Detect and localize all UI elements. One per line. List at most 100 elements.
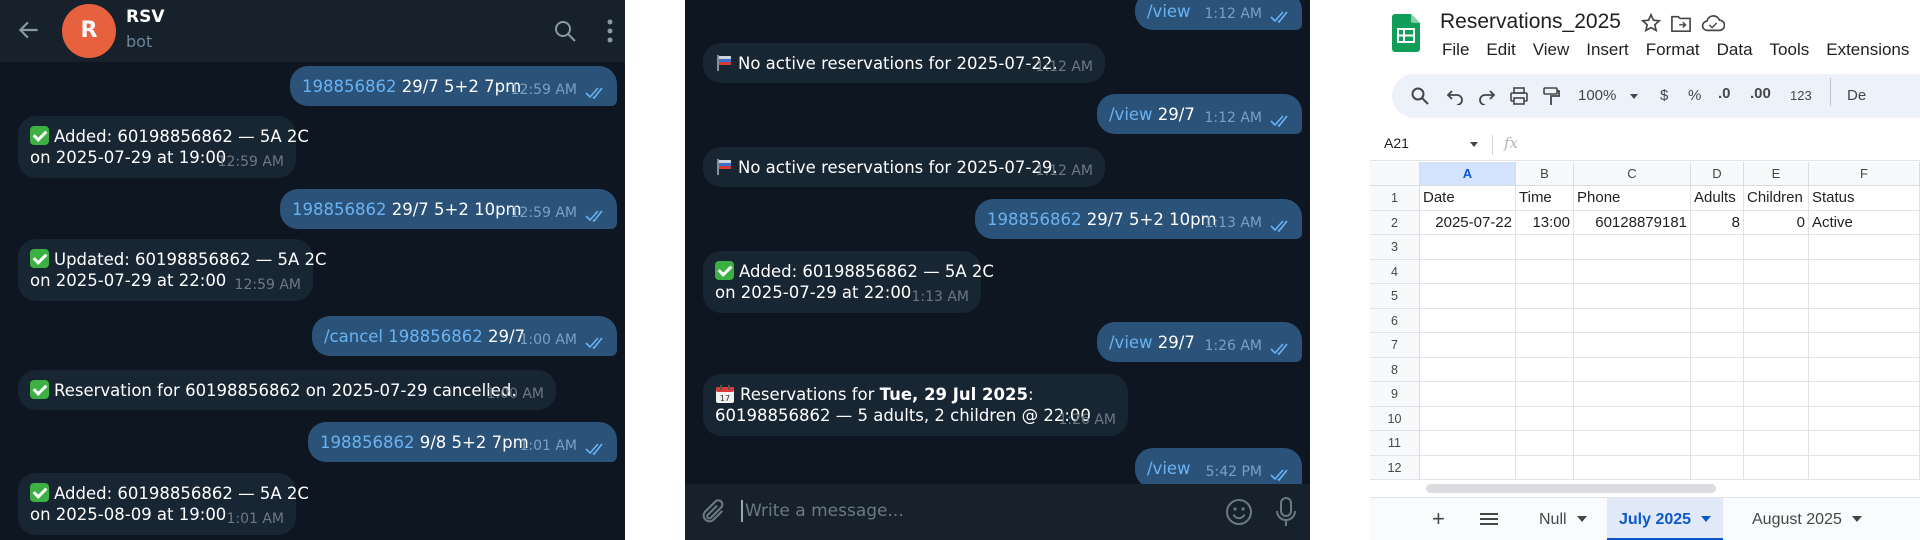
sheet-cell[interactable]: [1691, 357, 1744, 382]
sheet-cell[interactable]: Status: [1809, 186, 1920, 211]
row-header[interactable]: 11: [1370, 431, 1420, 456]
message-outgoing[interactable]: /view 29/7 1:12 AM: [1097, 94, 1302, 134]
sheet-cell[interactable]: [1744, 431, 1809, 456]
sheet-cell[interactable]: [1691, 259, 1744, 284]
font-family-select[interactable]: De: [1847, 87, 1866, 104]
undo-icon[interactable]: [1446, 87, 1464, 105]
sheet-cell[interactable]: [1516, 431, 1574, 456]
sheet-cell[interactable]: [1809, 235, 1920, 260]
sheet-cell[interactable]: [1516, 455, 1574, 480]
sheet-cell[interactable]: [1516, 284, 1574, 309]
sheet-cell[interactable]: [1516, 235, 1574, 260]
sheet-cell[interactable]: [1744, 308, 1809, 333]
currency-format-button[interactable]: $: [1660, 87, 1668, 104]
message-outgoing[interactable]: /cancel 198856862 29/7 1:00 AM: [312, 316, 617, 356]
message-outgoing[interactable]: 198856862 9/8 5+2 7pm 1:01 AM: [308, 422, 617, 462]
sheet-cell[interactable]: [1809, 284, 1920, 309]
search-menus-icon[interactable]: [1410, 86, 1430, 106]
sheet-cell[interactable]: [1574, 382, 1691, 407]
sheet-cell[interactable]: [1420, 455, 1516, 480]
menu-extensions[interactable]: Extensions: [1826, 40, 1909, 59]
message-command[interactable]: 198856862: [320, 433, 414, 452]
message-outgoing[interactable]: 198856862 29/7 5+2 7pm 12:59 AM: [290, 66, 617, 106]
sheet-cell[interactable]: [1420, 259, 1516, 284]
back-arrow-icon[interactable]: [16, 17, 42, 43]
sheet-cell[interactable]: 13:00: [1516, 210, 1574, 235]
message-command[interactable]: /view: [1147, 2, 1191, 21]
row-header[interactable]: 4: [1370, 259, 1420, 284]
sheet-cell[interactable]: [1744, 284, 1809, 309]
message-outgoing[interactable]: 198856862 29/7 5+2 10pm 12:59 AM: [280, 189, 617, 229]
sheet-cell[interactable]: 0: [1744, 210, 1809, 235]
move-to-folder-icon[interactable]: [1670, 13, 1692, 33]
sheet-cell[interactable]: [1744, 259, 1809, 284]
sheet-cell[interactable]: [1744, 357, 1809, 382]
sheet-cell[interactable]: Phone: [1574, 186, 1691, 211]
sheet-cell[interactable]: [1420, 406, 1516, 431]
zoom-caret-icon[interactable]: [1630, 94, 1638, 99]
sheet-cell[interactable]: [1420, 431, 1516, 456]
more-formats-button[interactable]: 123: [1790, 88, 1812, 103]
sheet-cell[interactable]: [1809, 406, 1920, 431]
horizontal-scrollbar[interactable]: [1426, 484, 1716, 493]
message-command[interactable]: /view: [1147, 459, 1191, 478]
sheet-tab-null[interactable]: Null: [1527, 498, 1599, 540]
row-header[interactable]: 8: [1370, 357, 1420, 382]
cloud-status-icon[interactable]: [1701, 13, 1725, 33]
emoji-icon[interactable]: [1224, 497, 1254, 527]
sheet-cell[interactable]: [1516, 259, 1574, 284]
add-sheet-button[interactable]: +: [1432, 506, 1445, 532]
sheet-cell[interactable]: [1420, 333, 1516, 358]
microphone-icon[interactable]: [1275, 496, 1297, 528]
sheet-cell[interactable]: [1420, 382, 1516, 407]
sheet-cell[interactable]: [1809, 308, 1920, 333]
column-header-b[interactable]: B: [1516, 162, 1574, 186]
menu-data[interactable]: Data: [1717, 40, 1753, 59]
search-icon[interactable]: [553, 19, 577, 43]
sheet-cell[interactable]: Time: [1516, 186, 1574, 211]
column-header-c[interactable]: C: [1574, 162, 1691, 186]
sheet-tab-august-2025[interactable]: August 2025: [1740, 498, 1874, 540]
document-title[interactable]: Reservations_2025: [1440, 10, 1621, 34]
row-header[interactable]: 9: [1370, 382, 1420, 407]
column-header-e[interactable]: E: [1744, 162, 1809, 186]
menu-tools[interactable]: Tools: [1770, 40, 1810, 59]
select-all-corner[interactable]: [1370, 162, 1420, 186]
sheet-cell[interactable]: [1574, 406, 1691, 431]
sheet-cell[interactable]: [1516, 357, 1574, 382]
row-header[interactable]: 3: [1370, 235, 1420, 260]
sheet-cell[interactable]: Date: [1420, 186, 1516, 211]
sheet-cell[interactable]: [1516, 382, 1574, 407]
message-outgoing[interactable]: 198856862 29/7 5+2 10pm 1:13 AM: [975, 199, 1302, 239]
sheet-cell[interactable]: [1574, 259, 1691, 284]
sheet-cell[interactable]: [1420, 357, 1516, 382]
sheet-cell[interactable]: [1420, 308, 1516, 333]
sheet-cell[interactable]: [1691, 235, 1744, 260]
sheet-cell[interactable]: [1809, 357, 1920, 382]
message-input[interactable]: Write a message...: [741, 500, 904, 522]
sheet-cell[interactable]: [1574, 333, 1691, 358]
message-command[interactable]: /view: [1109, 105, 1153, 124]
name-box-caret-icon[interactable]: [1470, 142, 1478, 147]
sheet-cell[interactable]: [1809, 333, 1920, 358]
chevron-down-icon[interactable]: [1701, 516, 1712, 522]
sheet-cell[interactable]: [1574, 357, 1691, 382]
sheet-cell[interactable]: [1516, 406, 1574, 431]
message-command[interactable]: 198856862: [987, 210, 1081, 229]
zoom-select[interactable]: 100%: [1578, 87, 1616, 104]
menu-file[interactable]: File: [1442, 40, 1469, 59]
sheet-cell[interactable]: [1574, 284, 1691, 309]
sheet-cell[interactable]: [1691, 431, 1744, 456]
sheet-cell[interactable]: [1744, 333, 1809, 358]
sheet-cell[interactable]: [1809, 259, 1920, 284]
row-header[interactable]: 10: [1370, 406, 1420, 431]
paperclip-icon[interactable]: [699, 498, 727, 526]
sheet-tab-july-2025[interactable]: July 2025: [1607, 498, 1724, 540]
star-icon[interactable]: [1640, 12, 1662, 34]
sheet-cell[interactable]: [1516, 333, 1574, 358]
sheet-cell[interactable]: [1809, 382, 1920, 407]
column-header-d[interactable]: D: [1691, 162, 1744, 186]
name-box[interactable]: A21: [1384, 135, 1409, 151]
sheet-cell[interactable]: [1691, 382, 1744, 407]
row-header[interactable]: 2: [1370, 210, 1420, 235]
